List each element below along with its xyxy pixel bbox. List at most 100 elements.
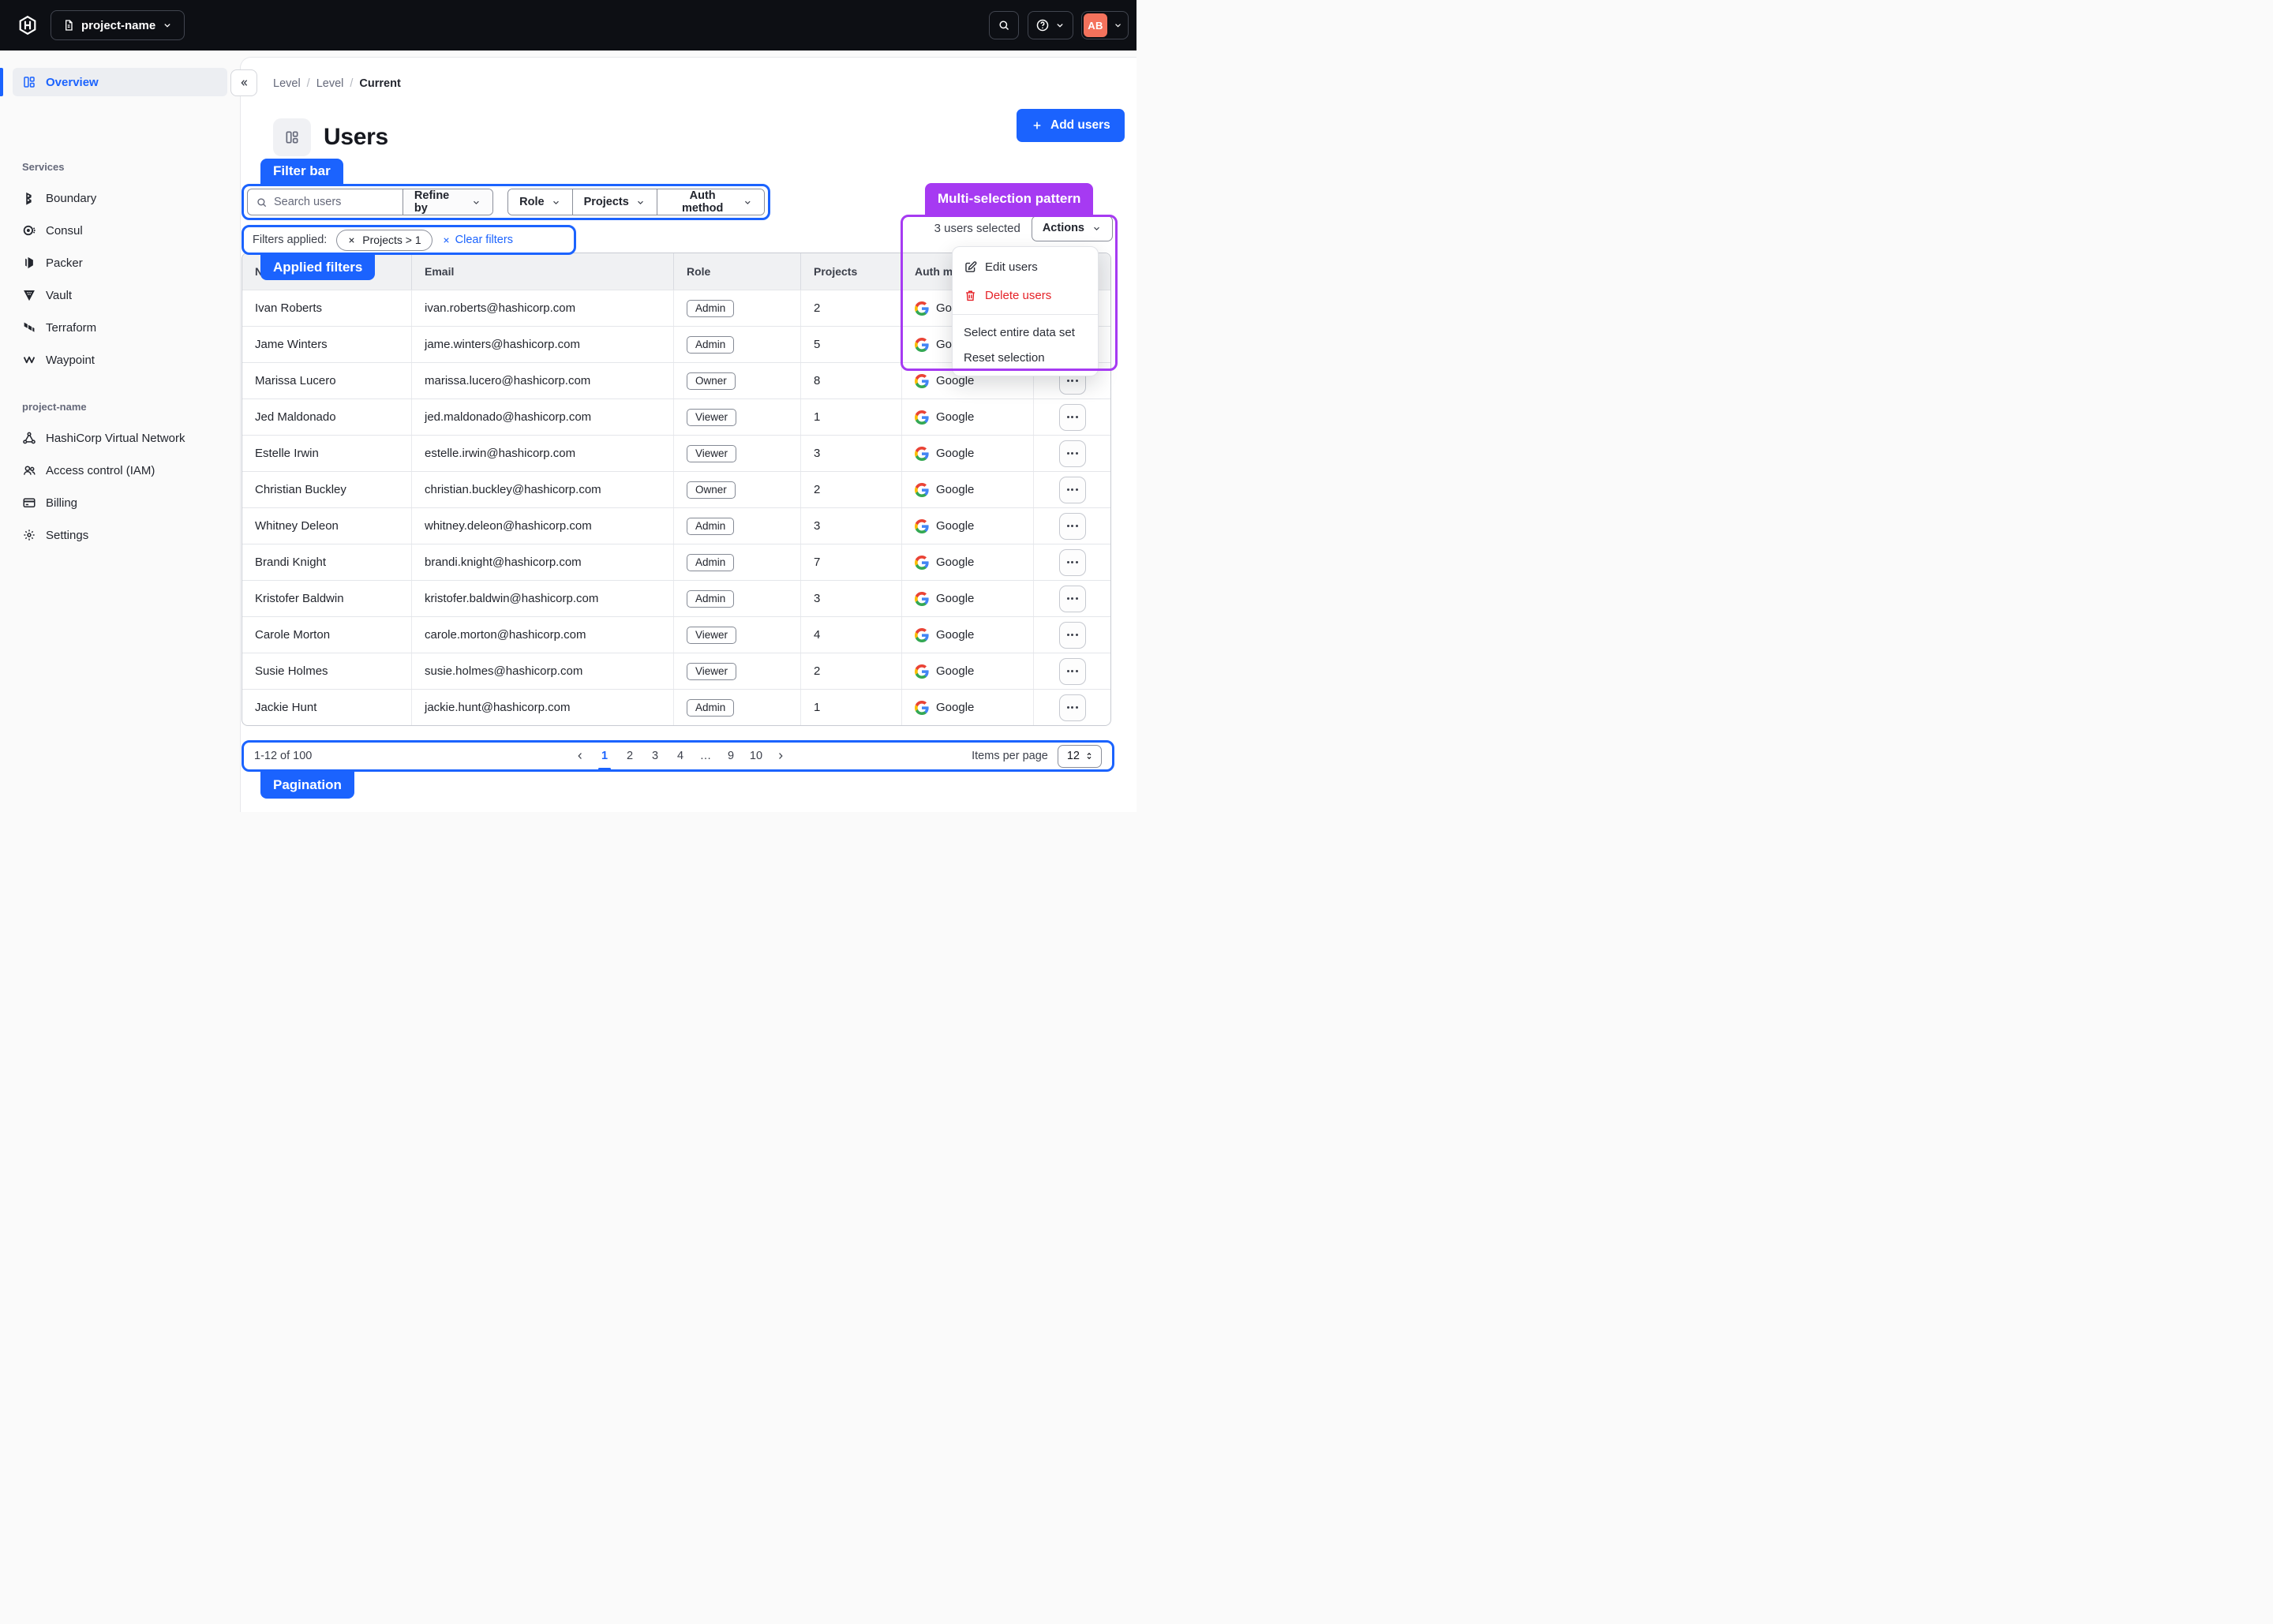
google-icon xyxy=(915,483,929,497)
refine-by-button[interactable]: Refine by xyxy=(403,189,492,215)
user-auth-cell: Google xyxy=(901,544,1033,580)
auth-provider-label: Google xyxy=(936,410,974,424)
pagination-page-button[interactable]: 3 xyxy=(644,743,666,769)
user-projects-cell: 3 xyxy=(800,436,901,471)
sidebar-item[interactable]: Vault xyxy=(13,281,227,309)
pagination-prev-button[interactable] xyxy=(570,743,590,769)
sidebar-item-label: Terraform xyxy=(46,321,96,335)
table-row: Carole Morton carole.morton@hashicorp.co… xyxy=(242,616,1110,653)
user-projects-cell: 2 xyxy=(800,653,901,689)
pagination-page-button[interactable]: 4 xyxy=(669,743,691,769)
row-overflow-menu-button[interactable] xyxy=(1059,586,1086,612)
sidebar-item[interactable]: Consul xyxy=(13,216,227,245)
chevron-down-icon xyxy=(635,197,646,208)
pagination-page-button[interactable]: 10 xyxy=(745,743,767,769)
global-search-button[interactable] xyxy=(989,11,1019,39)
search-icon xyxy=(256,196,268,208)
filter-chip-projects[interactable]: Projects > 1 xyxy=(336,230,432,251)
help-menu-button[interactable] xyxy=(1028,11,1073,39)
user-email-cell: jackie.hunt@hashicorp.com xyxy=(411,690,673,725)
filter-role-button[interactable]: Role xyxy=(508,189,571,215)
menu-item-select-entire-data-set[interactable]: Select entire data set xyxy=(953,320,1098,345)
role-badge: Admin xyxy=(687,518,734,535)
table-row: Jackie Hunt jackie.hunt@hashicorp.com Ad… xyxy=(242,689,1110,725)
section-item-icon xyxy=(22,528,36,542)
sidebar: Overview Services Boundary Consul Packer xyxy=(0,51,240,812)
user-auth-cell: Google xyxy=(901,436,1033,471)
search-field[interactable] xyxy=(248,189,403,215)
account-menu-button[interactable]: AB xyxy=(1081,11,1129,39)
breadcrumb-link[interactable]: Level xyxy=(273,77,301,90)
avatar: AB xyxy=(1084,13,1107,37)
role-badge: Viewer xyxy=(687,663,736,680)
filter-projects-button[interactable]: Projects xyxy=(572,189,657,215)
user-name-cell: Carole Morton xyxy=(242,617,411,653)
role-badge: Owner xyxy=(687,372,736,390)
pagination-next-button[interactable] xyxy=(770,743,791,769)
user-projects-cell: 5 xyxy=(800,327,901,362)
sidebar-item[interactable]: Terraform xyxy=(13,313,227,342)
hashicorp-logo-icon xyxy=(17,15,38,36)
table-row: Estelle Irwin estelle.irwin@hashicorp.co… xyxy=(242,435,1110,471)
sidebar-item[interactable]: HashiCorp Virtual Network xyxy=(13,424,227,452)
pagination-page-button[interactable]: 9 xyxy=(720,743,742,769)
row-overflow-menu-button[interactable] xyxy=(1059,694,1086,721)
user-projects-cell: 8 xyxy=(800,363,901,399)
search-input[interactable] xyxy=(274,196,395,208)
section-item-icon xyxy=(22,431,36,445)
user-name-cell: Brandi Knight xyxy=(242,544,411,580)
user-name-cell: Jame Winters xyxy=(242,327,411,362)
user-role-cell: Admin xyxy=(673,544,800,580)
sidebar-item[interactable]: Packer xyxy=(13,249,227,277)
user-name-cell: Kristofer Baldwin xyxy=(242,581,411,616)
user-role-cell: Admin xyxy=(673,290,800,326)
pagination-page-button[interactable]: … xyxy=(695,743,717,769)
menu-item-delete-users[interactable]: Delete users xyxy=(953,281,1098,309)
chevron-right-icon xyxy=(775,750,786,761)
pagination-page-button[interactable]: 2 xyxy=(619,743,641,769)
sidebar-item[interactable]: Settings xyxy=(13,521,227,549)
double-chevron-left-icon xyxy=(238,77,250,89)
auth-provider-label: Google xyxy=(936,447,974,460)
sidebar-item[interactable]: Billing xyxy=(13,488,227,517)
role-badge: Admin xyxy=(687,590,734,608)
sidebar-section-project: project-name HashiCorp Virtual Network A… xyxy=(0,401,240,553)
user-role-cell: Admin xyxy=(673,327,800,362)
row-overflow-menu-button[interactable] xyxy=(1059,440,1086,467)
filter-auth-method-button[interactable]: Auth method xyxy=(657,189,764,215)
sidebar-item[interactable]: Waypoint xyxy=(13,346,227,374)
user-role-cell: Admin xyxy=(673,508,800,544)
breadcrumb-link[interactable]: Level xyxy=(316,77,344,90)
sidebar-item-overview[interactable]: Overview xyxy=(13,68,227,96)
menu-item-reset-selection[interactable]: Reset selection xyxy=(953,345,1098,370)
row-overflow-menu-button[interactable] xyxy=(1059,658,1086,685)
row-overflow-menu-button[interactable] xyxy=(1059,549,1086,576)
project-switcher[interactable]: project-name xyxy=(51,10,185,40)
table-row: Christian Buckley christian.buckley@hash… xyxy=(242,471,1110,507)
row-actions-cell xyxy=(1033,436,1110,471)
user-email-cell: jame.winters@hashicorp.com xyxy=(411,327,673,362)
google-icon xyxy=(915,410,929,425)
document-icon xyxy=(62,19,75,32)
user-email-cell: jed.maldonado@hashicorp.com xyxy=(411,399,673,435)
menu-item-edit-users[interactable]: Edit users xyxy=(953,253,1098,281)
pagination-page-button[interactable]: 1 xyxy=(594,743,616,769)
row-overflow-menu-button[interactable] xyxy=(1059,477,1086,503)
row-actions-cell xyxy=(1033,544,1110,580)
user-email-cell: whitney.deleon@hashicorp.com xyxy=(411,508,673,544)
row-overflow-menu-button[interactable] xyxy=(1059,622,1086,649)
row-overflow-menu-button[interactable] xyxy=(1059,513,1086,540)
row-overflow-menu-button[interactable] xyxy=(1059,404,1086,431)
add-users-button[interactable]: Add users xyxy=(1017,109,1125,142)
service-icon xyxy=(22,256,36,270)
actions-dropdown-button[interactable]: Actions xyxy=(1032,215,1113,241)
auth-provider-label: Google xyxy=(936,664,974,678)
user-email-cell: kristofer.baldwin@hashicorp.com xyxy=(411,581,673,616)
sidebar-item[interactable]: Boundary xyxy=(13,184,227,212)
selection-count: 3 users selected xyxy=(934,222,1020,235)
sidebar-item[interactable]: Access control (IAM) xyxy=(13,456,227,485)
role-badge: Viewer xyxy=(687,627,736,644)
items-per-page-select[interactable]: 12 xyxy=(1058,745,1102,768)
clear-filters-link[interactable]: Clear filters xyxy=(442,234,513,246)
sidebar-collapse-button[interactable] xyxy=(230,69,257,96)
